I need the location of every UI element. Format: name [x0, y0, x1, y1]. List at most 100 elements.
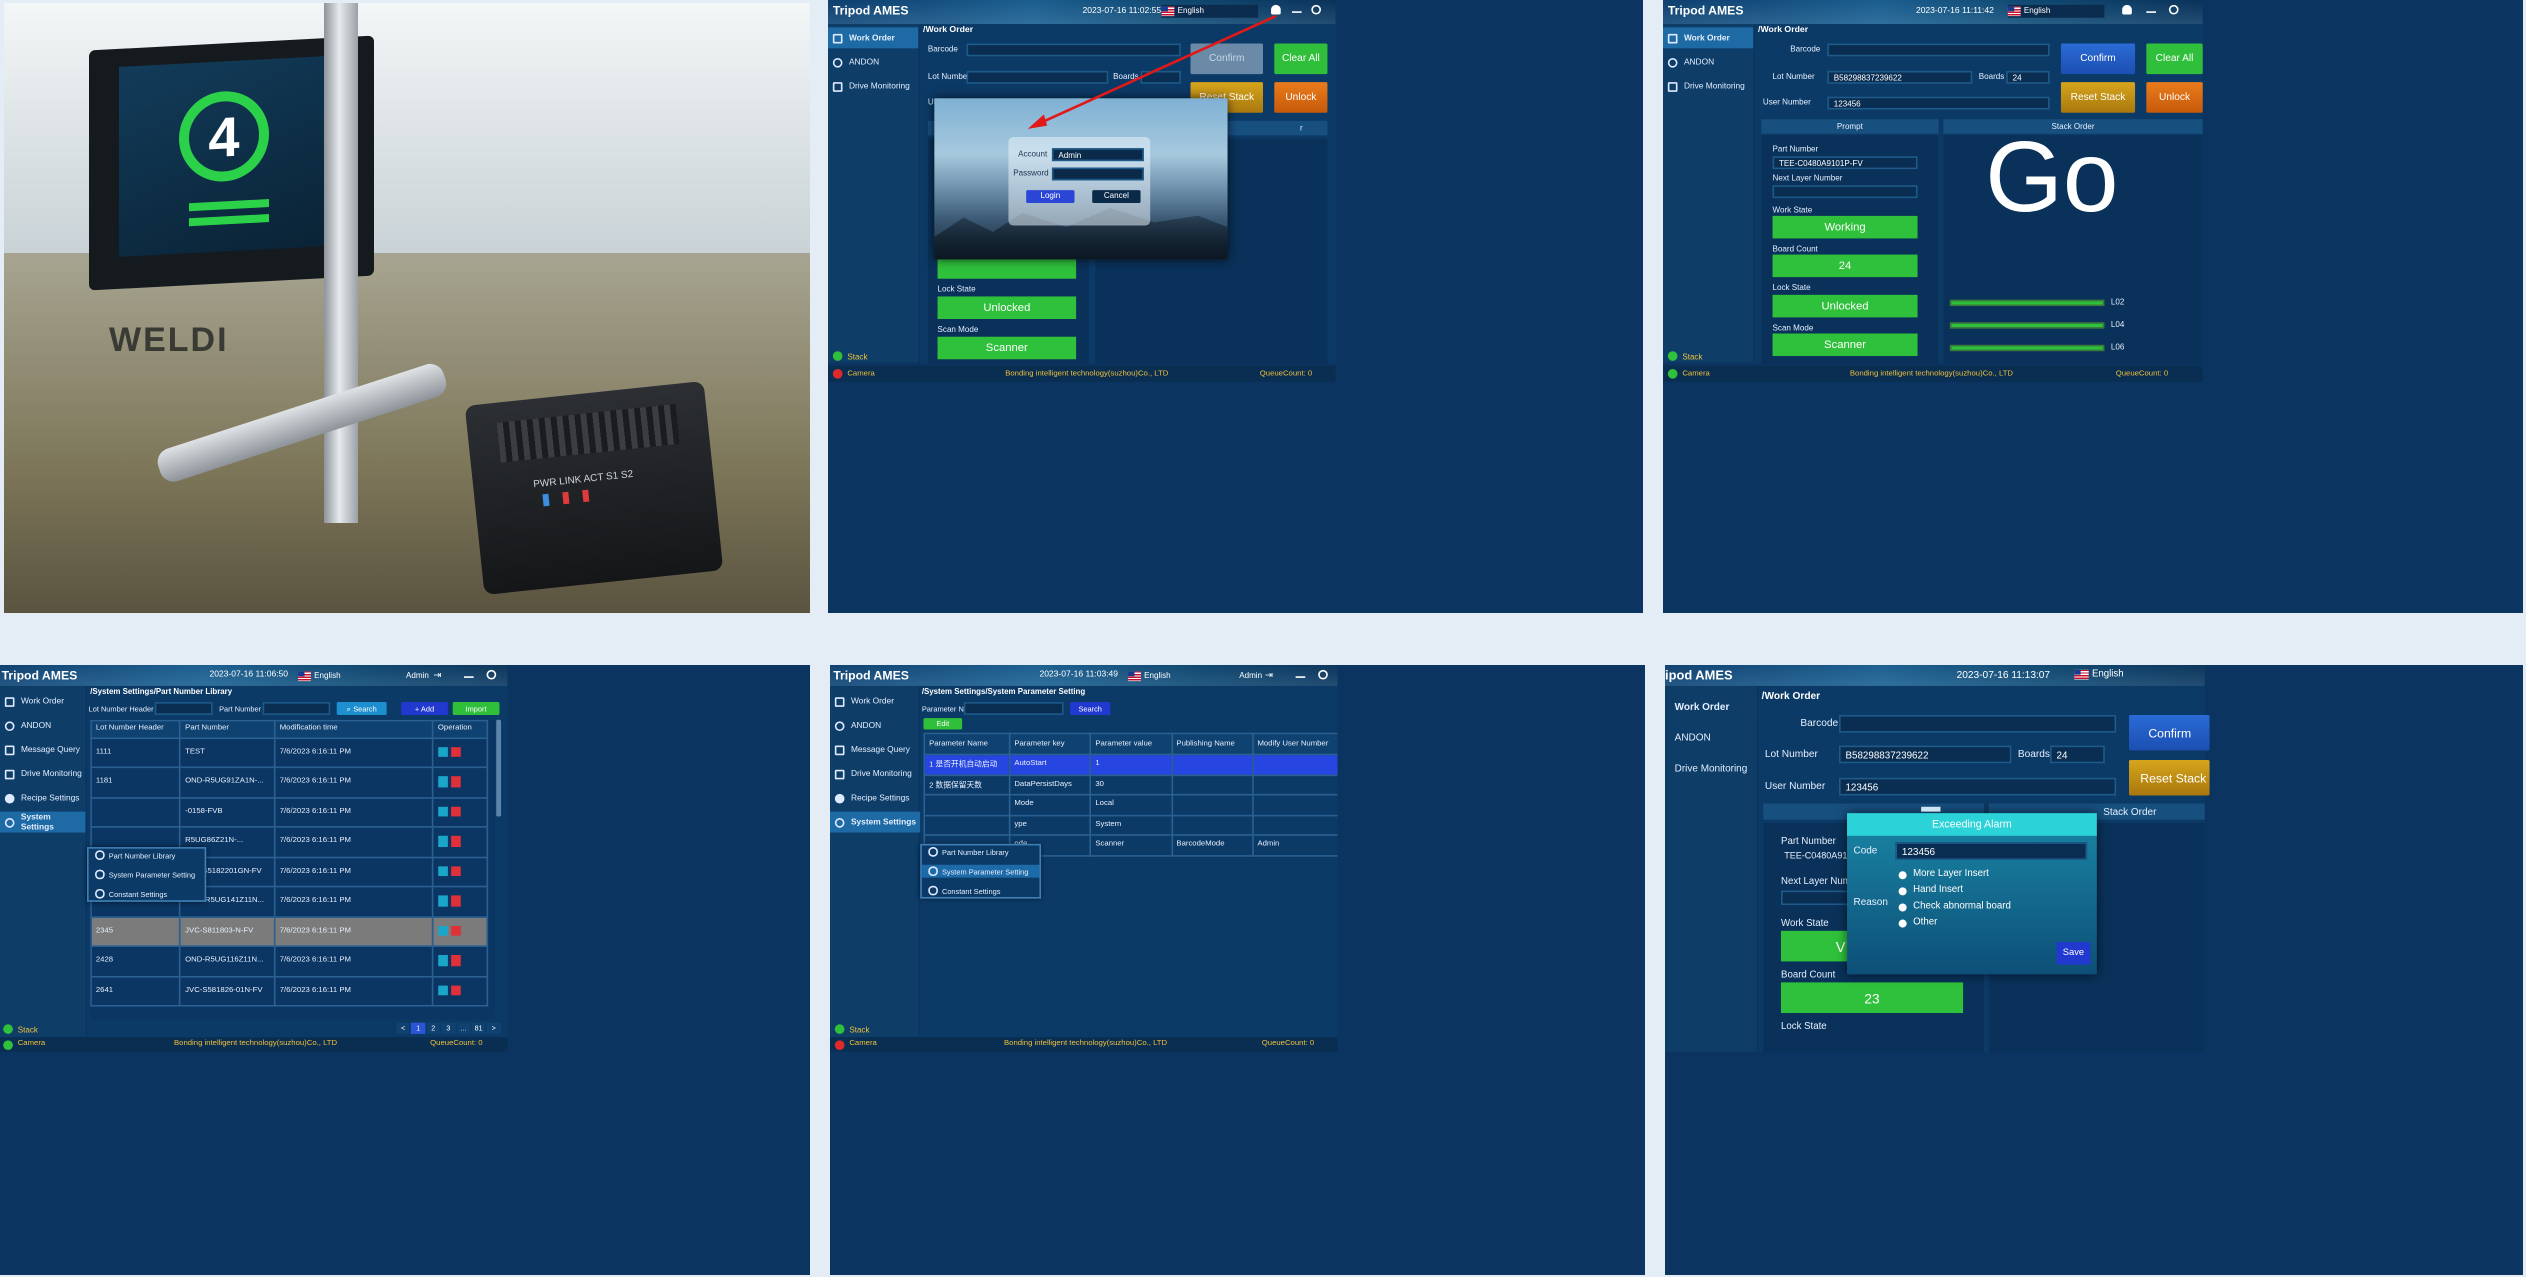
search-button[interactable]: ⌕ Search	[336, 702, 387, 715]
drag-handle[interactable]	[1921, 806, 1941, 812]
table-row[interactable]: -0158-FVB 7/6/2023 6:16:11 PM	[90, 796, 489, 828]
code-input[interactable]: 123456	[1895, 842, 2088, 860]
table-row[interactable]: 1 是否开机自动启动 AutoStart 1	[923, 753, 1338, 776]
table-row[interactable]: ype System	[923, 814, 1338, 836]
cancel-button[interactable]: Cancel	[1092, 190, 1141, 203]
delete-icon[interactable]	[450, 747, 462, 758]
delete-icon[interactable]	[450, 806, 462, 818]
delete-icon[interactable]	[450, 776, 462, 788]
sidebar-item-recipe-settings[interactable]: Recipe Settings	[830, 787, 920, 808]
sidebar-item-drive-monitoring[interactable]: Drive Monitoring	[830, 763, 920, 784]
reset-stack-button[interactable]: Reset Stack	[2060, 82, 2136, 113]
sidebar-item-drive-monitoring[interactable]: Drive Monitoring	[828, 76, 918, 97]
edit-icon[interactable]	[437, 896, 449, 907]
edit-icon[interactable]	[437, 806, 449, 818]
sidebar-item-work-order[interactable]: Work Order	[1663, 27, 1754, 49]
sidebar-item-recipe-settings[interactable]: Recipe Settings	[0, 787, 85, 808]
reason-radio[interactable]: Check abnormal board	[1898, 902, 2011, 911]
menu-item-constant-settings[interactable]: Constant Settings	[922, 884, 1040, 897]
logout-icon[interactable]: ⇥	[1265, 670, 1273, 681]
password-input[interactable]	[1051, 166, 1144, 180]
page-link[interactable]: ...	[456, 1022, 471, 1034]
power-icon[interactable]	[1311, 4, 1321, 14]
edit-button[interactable]: Edit	[923, 718, 963, 730]
lot-number-input[interactable]: B58298837239622	[1827, 70, 1973, 84]
unlock-button[interactable]: Unlock	[1274, 82, 1328, 113]
edit-icon[interactable]	[437, 925, 449, 937]
edit-icon[interactable]	[437, 776, 449, 788]
add-button[interactable]: + Add	[401, 702, 448, 715]
table-scrollbar[interactable]	[496, 719, 502, 817]
page-link[interactable]: 3	[441, 1022, 456, 1034]
save-button[interactable]: Save	[2056, 942, 2091, 965]
sidebar-item-work-order[interactable]: Work Order	[828, 27, 919, 49]
edit-icon[interactable]	[437, 955, 449, 967]
table-row[interactable]: 1111 TEST 7/6/2023 6:16:11 PM	[90, 736, 489, 769]
menu-item-system-parameter-setting[interactable]: System Parameter Setting	[921, 864, 1040, 878]
table-row[interactable]: Mode Local	[923, 793, 1338, 816]
page-link[interactable]: >	[486, 1022, 501, 1034]
confirm-button[interactable]: Confirm	[2128, 714, 2210, 751]
edit-icon[interactable]	[437, 985, 449, 997]
parameter-name-input[interactable]	[963, 702, 1064, 715]
import-button[interactable]: Import	[452, 702, 500, 715]
user-number-input[interactable]: 123456	[1838, 777, 2117, 796]
power-icon[interactable]	[486, 669, 497, 679]
reason-radio[interactable]: More Layer Insert	[1898, 870, 1989, 879]
clear-all-button[interactable]: Clear All	[2146, 43, 2203, 75]
page-link[interactable]: 2	[426, 1022, 441, 1034]
delete-icon[interactable]	[450, 955, 462, 967]
sidebar-item-message-query[interactable]: Message Query	[830, 739, 920, 760]
sidebar-item-system-settings[interactable]: System Settings	[0, 811, 86, 833]
barcode-input[interactable]	[1838, 714, 2117, 733]
minimize-icon[interactable]	[2146, 11, 2156, 13]
user-icon[interactable]	[2122, 4, 2132, 15]
delete-icon[interactable]	[450, 896, 462, 907]
sidebar-item-drive-monitoring[interactable]: Drive Monitoring	[1665, 755, 1757, 781]
delete-icon[interactable]	[450, 925, 462, 937]
delete-icon[interactable]	[450, 866, 462, 877]
minimize-icon[interactable]	[463, 676, 474, 678]
lot-number-input[interactable]: B58298837239622	[1838, 745, 2012, 764]
user-number-input[interactable]: 123456	[1827, 96, 2050, 110]
menu-item-constant-settings[interactable]: Constant Settings	[89, 887, 205, 900]
language-select[interactable]: English	[298, 669, 341, 683]
table-row[interactable]: 2 数据保留天数 DataPersistDays 30	[923, 773, 1338, 796]
reset-stack-button[interactable]: Reset Stack	[2128, 760, 2210, 796]
sidebar-item-work-order[interactable]: Work Order	[0, 691, 85, 712]
barcode-input[interactable]	[1827, 43, 2050, 57]
reason-radio[interactable]: Hand Insert	[1898, 886, 1963, 895]
unlock-button[interactable]: Unlock	[2146, 82, 2203, 113]
sidebar-item-drive-monitoring[interactable]: Drive Monitoring	[0, 763, 85, 784]
sidebar-item-andon[interactable]: ANDON	[1663, 52, 1753, 73]
clear-all-button[interactable]: Clear All	[1274, 43, 1328, 75]
power-icon[interactable]	[1318, 669, 1328, 679]
logout-icon[interactable]: ⇥	[433, 670, 441, 681]
table-row[interactable]: 1181 OND-R5UG91ZA1N-... 7/6/2023 6:16:11 P…	[90, 766, 489, 798]
page-link[interactable]: 81	[471, 1022, 486, 1034]
minimize-icon[interactable]	[1291, 11, 1302, 13]
reason-radio[interactable]: Other	[1898, 918, 1937, 928]
table-row[interactable]: 2345 JVC-S811803-N-FV 7/6/2023 6:16:11 PM	[90, 915, 489, 947]
menu-item-system-parameter-setting[interactable]: System Parameter Setting	[89, 868, 205, 881]
search-button[interactable]: Search	[1070, 702, 1111, 715]
table-row[interactable]: 2641 JVC-S581826-01N-FV 7/6/2023 6:16:11 P…	[90, 975, 489, 1007]
menu-item-part-number-library[interactable]: Part Number Library	[922, 845, 1040, 858]
language-select[interactable]: English	[1128, 669, 1171, 683]
sidebar-item-andon[interactable]: ANDON	[1665, 725, 1757, 751]
sidebar-item-andon[interactable]: ANDON	[828, 52, 918, 73]
sidebar-item-andon[interactable]: ANDON	[0, 715, 85, 736]
confirm-button[interactable]: Confirm	[2060, 43, 2136, 75]
power-icon[interactable]	[2168, 4, 2179, 14]
login-button[interactable]: Login	[1026, 190, 1075, 203]
page-link[interactable]: 1	[411, 1022, 425, 1034]
edit-icon[interactable]	[437, 866, 449, 877]
language-select[interactable]: English	[2007, 4, 2105, 19]
sidebar-item-work-order[interactable]: Work Order	[830, 691, 920, 712]
boards-input[interactable]: 24	[2006, 70, 2050, 84]
language-select[interactable]: English	[2074, 668, 2124, 682]
sidebar-item-drive-monitoring[interactable]: Drive Monitoring	[1663, 76, 1753, 97]
delete-icon[interactable]	[450, 985, 462, 997]
part-number-input[interactable]	[262, 702, 331, 715]
delete-icon[interactable]	[450, 836, 462, 848]
